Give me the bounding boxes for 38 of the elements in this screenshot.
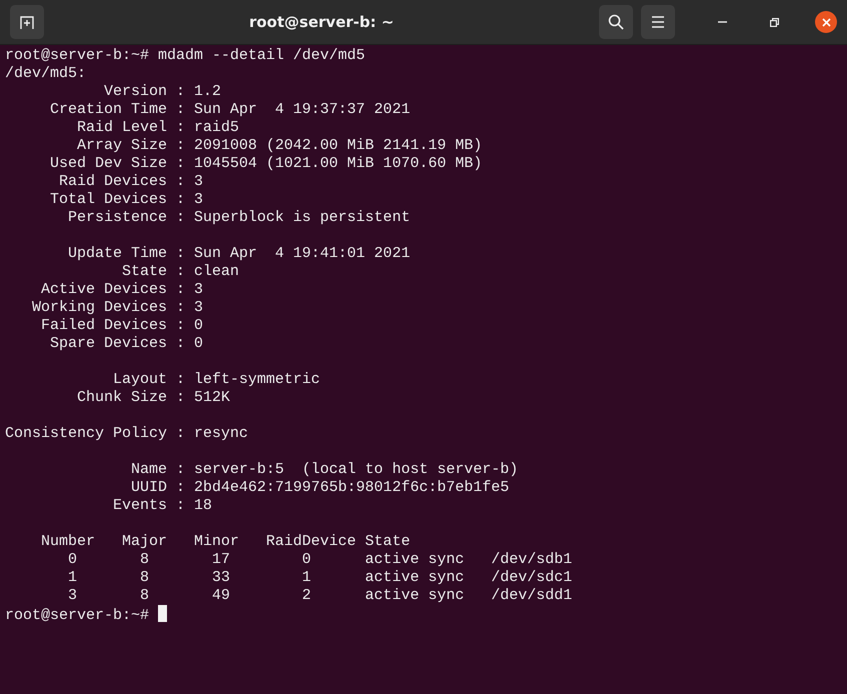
output-line: Update Time : Sun Apr 4 19:41:01 2021 <box>67 245 412 263</box>
search-icon <box>608 14 624 30</box>
output-line: Version : 1.2 <box>103 83 222 101</box>
output-line: Array Size : 2091008 (2042.00 MiB 2141.19 MB) <box>76 137 484 155</box>
output-line: 1 8 33 1 active sync /dev/sdc1 <box>67 569 574 587</box>
close-icon <box>822 18 830 26</box>
output-line: Persistence : Superblock is persistent <box>67 209 412 227</box>
output-line: State : clean <box>121 263 240 281</box>
new-tab-button[interactable] <box>10 5 44 39</box>
output-line: Used Dev Size : 1045504 (1021.00 MiB 1070.60 MB) <box>49 155 484 173</box>
restore-icon <box>770 18 778 26</box>
output-line: Failed Devices : 0 <box>40 317 204 335</box>
close-button[interactable] <box>815 11 837 33</box>
output-line: Working Devices : 3 <box>31 299 204 317</box>
command-line: root@server-b:~# mdadm --detail /dev/md5 <box>5 47 366 65</box>
output-line: Spare Devices : 0 <box>49 335 204 353</box>
output-line: Number Major Minor RaidDevice State <box>40 533 412 551</box>
output-line: Events : 18 <box>112 497 214 515</box>
window-title: root@server-b: ~ <box>249 13 394 31</box>
output-line: UUID : 2bd4e462:7199765b:98012f6c:b7eb1fe5 <box>130 479 510 497</box>
output-line: Creation Time : Sun Apr 4 19:37:37 2021 <box>49 101 412 119</box>
menu-icon <box>651 16 665 28</box>
output-line: Raid Level : raid5 <box>76 119 240 137</box>
prompt-text: root@server-b:~# <box>5 607 150 624</box>
output-line: Consistency Policy : resync <box>5 425 250 443</box>
new-tab-icon <box>19 14 35 30</box>
output-line: Active Devices : 3 <box>40 281 204 299</box>
output-line: Raid Devices : 3 <box>58 173 204 191</box>
search-button[interactable] <box>599 5 633 39</box>
output-line: Total Devices : 3 <box>49 191 204 209</box>
menu-button[interactable] <box>641 5 675 39</box>
output-line: Layout : left-symmetric <box>112 371 322 389</box>
output-line: Name : server-b:5 (local to host server-b) <box>130 461 520 479</box>
output-line: /dev/md5: <box>5 65 88 83</box>
output-line: Chunk Size : 512K <box>76 389 232 407</box>
output-line: 0 8 17 0 active sync /dev/sdb1 <box>67 551 574 569</box>
output-line: 3 8 49 2 active sync /dev/sdd1 <box>67 587 574 605</box>
minimize-icon <box>718 21 726 23</box>
